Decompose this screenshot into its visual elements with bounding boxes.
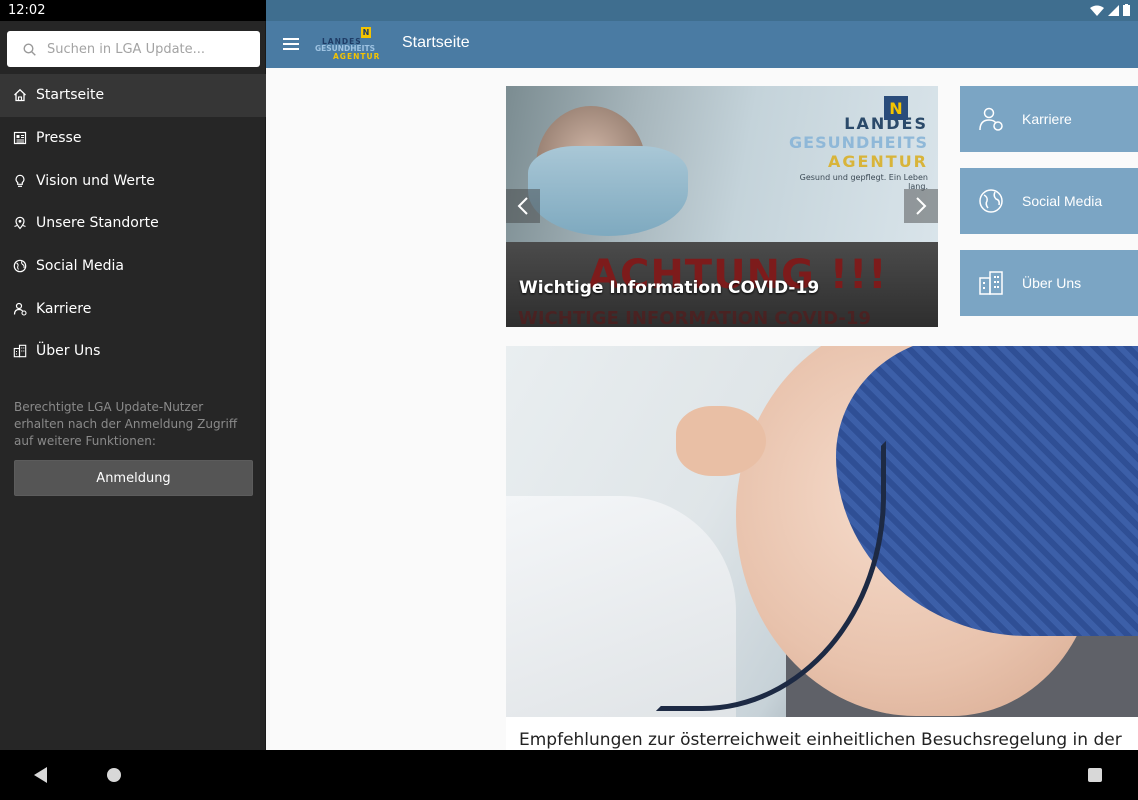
globe-icon (12, 258, 28, 274)
tile-ueber-uns[interactable]: Über Uns (960, 250, 1138, 316)
slider-brand-line-2: GESUNDHEITS (789, 133, 928, 152)
tile-social-media[interactable]: Social Media (960, 168, 1138, 234)
battery-icon (1123, 4, 1130, 16)
slider-next-button[interactable] (904, 189, 938, 223)
buildings-icon (12, 343, 28, 359)
slider-banner-subtext: WICHTIGE INFORMATION COVID-19 (518, 308, 871, 327)
nav-item-ueber-uns[interactable]: Über Uns (0, 330, 266, 373)
page-title: Startseite (402, 34, 470, 51)
chevron-right-icon (916, 197, 927, 215)
wifi-icon (1090, 5, 1104, 16)
nav-item-label: Startseite (36, 87, 105, 104)
status-bar-left: 12:02 (0, 0, 266, 21)
menu-button[interactable] (280, 33, 302, 55)
chevron-left-icon (517, 197, 528, 215)
slider-brand-badge: N (884, 96, 908, 120)
nav-item-startseite[interactable]: Startseite (0, 74, 266, 117)
tile-label: Social Media (1022, 193, 1103, 209)
nav-item-label: Vision und Werte (36, 172, 155, 189)
hand-shape (676, 406, 766, 476)
logo-line-3: AGENTUR (333, 52, 381, 61)
slider-prev-button[interactable] (506, 189, 540, 223)
screen: 12:02 N LANDES GESUNDHEITS AGENTUR Start… (0, 0, 1138, 800)
back-icon[interactable] (34, 767, 48, 783)
search-box[interactable] (7, 31, 260, 67)
login-info-text: Berechtigte LGA Update-Nutzer erhalten n… (14, 400, 238, 448)
app-bar: N LANDES GESUNDHEITS AGENTUR Startseite (266, 21, 1138, 68)
article-title[interactable]: Empfehlungen zur österreichweit einheitl… (519, 730, 1122, 750)
navigation-drawer: Startseite Presse Vision und Werte Unser… (0, 21, 266, 750)
lightbulb-icon (12, 173, 28, 189)
globe-icon (977, 187, 1005, 215)
status-icons (1090, 4, 1130, 16)
slider-brand-line-3: AGENTUR (827, 152, 928, 171)
nav-item-presse[interactable]: Presse (0, 117, 266, 160)
tile-karriere[interactable]: Karriere (960, 86, 1138, 152)
nav-item-label: Unsere Standorte (36, 215, 159, 232)
home-button[interactable] (107, 768, 121, 782)
app-logo: N LANDES GESUNDHEITS AGENTUR (315, 27, 385, 63)
status-time: 12:02 (8, 3, 46, 18)
main-content: N LANDES GESUNDHEITS AGENTUR Gesund und … (266, 68, 1138, 750)
search-icon (21, 41, 37, 57)
login-button[interactable]: Anmeldung (14, 460, 253, 496)
hamburger-icon (283, 38, 299, 50)
logo-badge: N (361, 27, 371, 38)
home-icon (12, 87, 28, 103)
tile-label: Karriere (1022, 111, 1072, 127)
mask-shape (528, 146, 688, 236)
recent-apps-button[interactable] (1088, 768, 1102, 782)
person-badge-icon (12, 301, 28, 317)
nav-item-vision-und-werte[interactable]: Vision und Werte (0, 159, 266, 202)
signal-icon (1108, 4, 1119, 16)
nav-item-label: Über Uns (36, 343, 101, 360)
nav-list: Startseite Presse Vision und Werte Unser… (0, 74, 266, 373)
system-nav-bar (0, 750, 1138, 800)
slider-brand: N LANDES GESUNDHEITS AGENTUR Gesund und … (778, 96, 928, 191)
nav-item-social-media[interactable]: Social Media (0, 245, 266, 288)
nav-item-karriere[interactable]: Karriere (0, 287, 266, 330)
search-input[interactable] (47, 41, 247, 57)
newspaper-icon (12, 130, 28, 146)
news-slider[interactable]: N LANDES GESUNDHEITS AGENTUR Gesund und … (506, 86, 938, 327)
nav-item-label: Presse (36, 130, 82, 147)
article-card[interactable]: Empfehlungen zur österreichweit einheitl… (506, 346, 1138, 750)
nav-item-label: Social Media (36, 258, 125, 275)
tile-label: Über Uns (1022, 275, 1082, 291)
buildings-icon (977, 269, 1005, 297)
slider-caption[interactable]: Wichtige Information COVID-19 (519, 278, 819, 298)
nav-item-unsere-standorte[interactable]: Unsere Standorte (0, 202, 266, 245)
nav-item-label: Karriere (36, 300, 92, 317)
map-pin-icon (12, 215, 28, 231)
article-image (506, 346, 1138, 717)
person-badge-icon (977, 105, 1005, 133)
status-bar: 12:02 (0, 0, 1138, 21)
